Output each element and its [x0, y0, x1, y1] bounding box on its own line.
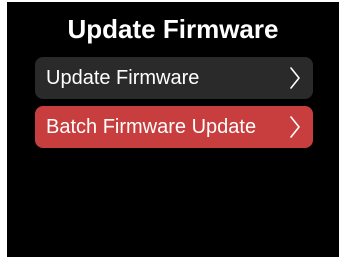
chevron-right-icon — [290, 116, 300, 138]
device-screen: Update Firmware Update Firmware Batch Fi… — [7, 2, 339, 257]
menu-item-label: Update Firmware — [46, 67, 200, 89]
chevron-right-icon — [290, 67, 300, 89]
menu-item-label: Batch Firmware Update — [46, 116, 257, 138]
menu-item-batch-firmware-update[interactable]: Batch Firmware Update — [35, 106, 313, 148]
page-title: Update Firmware — [67, 14, 279, 44]
menu-item-update-firmware[interactable]: Update Firmware — [35, 57, 313, 99]
